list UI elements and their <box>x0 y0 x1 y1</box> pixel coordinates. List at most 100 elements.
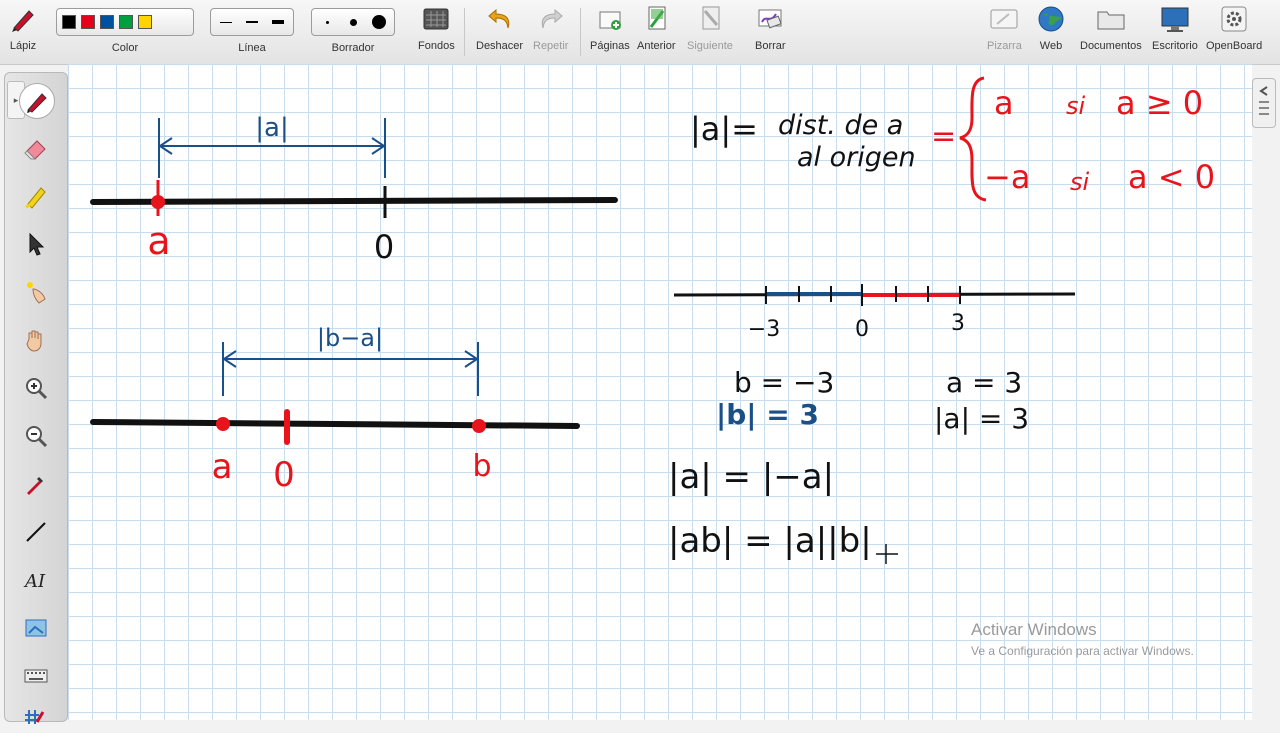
color-selector[interactable] <box>56 8 194 36</box>
property-product: |ab| = |a||b| <box>668 521 872 561</box>
property-symmetry: |a| = |−a| <box>668 457 834 497</box>
case2-si: si <box>1070 168 1090 196</box>
backgrounds-button[interactable]: Fondos <box>418 4 455 52</box>
previous-page-button[interactable]: Anterior <box>637 4 676 52</box>
web-mode-button[interactable]: Web <box>1036 4 1066 52</box>
number-line-2 <box>90 419 580 429</box>
board-mode-button[interactable]: Pizarra <box>987 4 1022 52</box>
board-icon <box>989 4 1019 34</box>
keyboard-icon <box>24 669 48 683</box>
zoom-out-tool[interactable] <box>19 419 53 453</box>
library-panel-tab[interactable] <box>1252 78 1276 128</box>
pages-button[interactable]: Páginas <box>590 4 630 52</box>
tool-palette: ▸ AI <box>4 72 68 724</box>
next-page-icon <box>695 4 725 34</box>
eraser-medium[interactable] <box>343 13 364 31</box>
pen-button[interactable]: Lápiz <box>8 4 38 52</box>
gear-icon <box>1219 4 1249 34</box>
diagram-distance: |b−a| a 0 b <box>90 324 580 495</box>
line-width-selector[interactable] <box>210 8 294 36</box>
case1-condition: a ≥ 0 <box>1116 84 1203 122</box>
redo-button[interactable]: Repetir <box>533 4 568 52</box>
hand-icon <box>26 330 42 352</box>
laser-pointer-tool[interactable] <box>19 275 53 309</box>
next-page-button[interactable]: Siguiente <box>687 4 733 52</box>
label-a-2: a <box>212 447 233 487</box>
color-black[interactable] <box>62 15 76 29</box>
eraser-size-selector[interactable] <box>311 8 395 36</box>
example-a-equation: a = 3 <box>946 366 1022 399</box>
case2-value: −a <box>984 158 1030 196</box>
eraser-small[interactable] <box>317 13 338 31</box>
text-tool[interactable]: AI <box>19 563 53 597</box>
capture-icon <box>25 619 47 637</box>
zoom-in-icon <box>26 378 48 400</box>
grid-icon <box>25 710 45 724</box>
keyboard-tool[interactable] <box>19 659 53 693</box>
pointer-icon <box>29 232 45 256</box>
redo-icon <box>536 4 566 34</box>
color-picker-tool[interactable] <box>19 467 53 501</box>
example-b-absolute: |b| = 3 <box>716 398 819 431</box>
windows-activation-watermark: Activar Windows Ve a Configuración para … <box>971 620 1194 658</box>
watermark-subtitle: Ve a Configuración para activar Windows. <box>971 644 1194 658</box>
line-thick[interactable] <box>267 13 288 31</box>
toolbar-separator <box>464 8 465 56</box>
grid-tool[interactable] <box>19 699 53 733</box>
definition-brace <box>959 76 987 202</box>
color-yellow[interactable] <box>138 15 152 29</box>
definition-block: |a|= dist. de a al origen = a si a ≥ 0 −… <box>690 76 1215 202</box>
hand-tool[interactable] <box>19 323 53 357</box>
case1-si: si <box>1066 92 1086 120</box>
undo-button[interactable]: Deshacer <box>476 4 523 52</box>
color-green[interactable] <box>119 15 133 29</box>
color-blue[interactable] <box>100 15 114 29</box>
previous-page-icon <box>641 4 671 34</box>
zoom-in-tool[interactable] <box>19 371 53 405</box>
line-tool[interactable] <box>19 515 53 549</box>
line-tool-icon <box>26 522 46 542</box>
definition-equals: = <box>931 119 956 154</box>
color-red[interactable] <box>81 15 95 29</box>
capture-tool[interactable] <box>19 611 53 645</box>
point-b-dot-2 <box>472 419 486 433</box>
globe-icon <box>1036 4 1066 34</box>
clear-button[interactable]: Borrar <box>755 4 786 52</box>
folder-icon <box>1096 4 1126 34</box>
line-thin[interactable] <box>216 13 237 31</box>
eraser-tool[interactable] <box>19 131 53 165</box>
label-zero-2: 0 <box>273 455 295 495</box>
definition-text-line2: al origen <box>797 142 916 173</box>
definition-text-line1: dist. de a <box>778 110 903 141</box>
desktop-mode-button[interactable]: Escritorio <box>1152 4 1198 52</box>
highlighter-tool[interactable] <box>19 179 53 213</box>
label-a-1: a <box>147 219 170 263</box>
highlighter-icon <box>25 187 46 209</box>
crosshair-cursor <box>876 544 898 564</box>
line-medium[interactable] <box>242 13 263 31</box>
point-a-dot-2 <box>216 417 230 431</box>
example-number-line: −3 0 3 <box>673 284 1076 342</box>
example-b-equation: b = −3 <box>734 366 834 399</box>
number-line-1 <box>90 197 618 205</box>
monitor-icon <box>1160 4 1190 34</box>
label-neg3: −3 <box>748 317 780 342</box>
color-picker-icon <box>27 477 43 495</box>
label-b-2: b <box>472 449 491 484</box>
case2-condition: a < 0 <box>1128 158 1215 196</box>
pen-tool[interactable] <box>19 83 55 119</box>
main-toolbar: Lápiz Color Línea Borrador Fondos Deshac… <box>0 0 1280 65</box>
distance-label-1: |a| <box>255 113 288 143</box>
toolbar-separator <box>580 8 581 56</box>
pen-icon <box>27 93 47 113</box>
definition-lhs: |a|= <box>690 110 758 148</box>
label-zero-1: 0 <box>374 228 394 266</box>
pointer-tool[interactable] <box>19 227 53 261</box>
label-zero-3: 0 <box>855 317 869 342</box>
distance-label-2: |b−a| <box>317 324 383 352</box>
eraser-large[interactable] <box>368 13 389 31</box>
clear-page-icon <box>755 4 785 34</box>
svg-text:AI: AI <box>23 571 46 592</box>
openboard-menu-button[interactable]: OpenBoard <box>1206 4 1262 52</box>
documents-mode-button[interactable]: Documentos <box>1080 4 1142 52</box>
